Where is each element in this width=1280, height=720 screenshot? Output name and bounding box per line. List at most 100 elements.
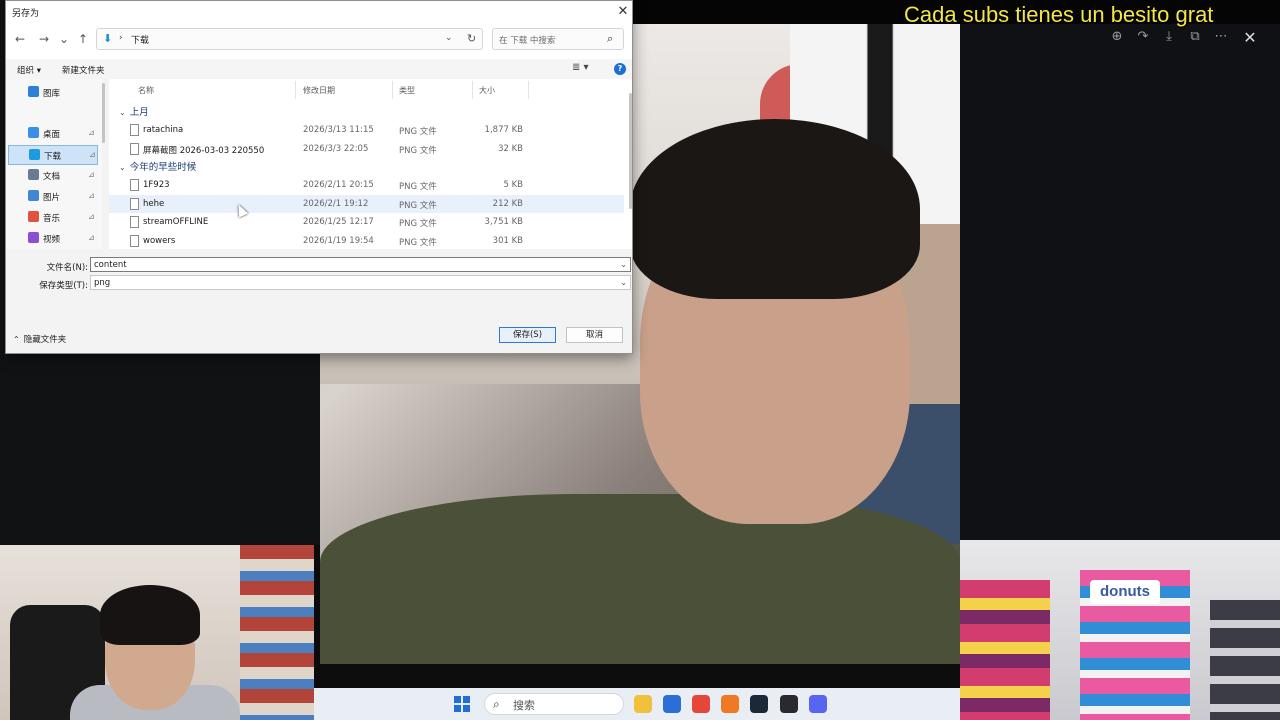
taskbar-search-label: 搜索 [513,699,535,712]
folder-icon [28,127,39,138]
steam-icon[interactable] [750,695,768,713]
file-row[interactable]: ratachina 2026/3/13 11:15 PNG 文件 1,877 KB [109,121,624,139]
column-header-size[interactable]: 大小 [479,85,495,96]
zoom-icon[interactable]: ⊕ [1108,28,1126,46]
file-list-scrollbar[interactable] [629,93,632,209]
help-icon[interactable]: ? [614,63,626,75]
folder-icon [28,211,39,222]
organize-menu-button[interactable]: 组织 ▾ [17,64,41,76]
file-type: PNG 文件 [399,145,437,156]
group-header[interactable]: ⌄ 今年的早些时候 [119,159,196,173]
nav-pane-scrollbar[interactable] [102,83,105,143]
column-divider[interactable] [295,81,296,99]
chevron-down-icon[interactable]: ⌄ [620,278,627,287]
file-row[interactable]: wowers 2026/1/19 19:54 PNG 文件 301 KB [109,232,624,250]
breadcrumb[interactable]: 下载 [131,33,149,46]
nav-pane-item-label: 音乐 [43,214,61,224]
discord-icon[interactable] [809,695,827,713]
file-row[interactable]: 屏幕截图 2026-03-03 220550 2026/3/3 22:05 PNG … [109,140,624,158]
forward-arrow-icon[interactable]: → [36,31,52,47]
dialog-title-bar[interactable]: 另存为 ✕ [6,1,632,23]
nav-pane-item[interactable]: 桌面 ⊿ [8,124,98,144]
column-header-type[interactable]: 类型 [399,85,415,96]
open-external-icon[interactable]: ⧉ [1186,28,1204,46]
nav-pane-item[interactable]: 音乐 ⊿ [8,208,98,228]
store-sign: donuts [1090,580,1160,604]
chevron-down-icon[interactable]: ⌄ [445,33,453,43]
file-row[interactable]: hehe 2026/2/1 19:12 PNG 文件 212 KB [109,194,624,213]
stream-overlay-text: Cada subs tienes un besito grat [904,2,1214,27]
file-row[interactable]: 1F923 2026/2/11 20:15 PNG 文件 5 KB [109,176,624,194]
file-date: 2026/3/3 22:05 [303,143,369,154]
new-folder-button[interactable]: 新建文件夹 [62,64,105,76]
webcam-bottom-bar [320,664,960,688]
column-divider[interactable] [472,81,473,99]
chevron-down-icon: ⌄ [119,108,126,117]
column-divider[interactable] [528,81,529,99]
up-arrow-icon[interactable]: ↑ [75,31,91,47]
nav-pane-item[interactable]: 图库 [8,83,98,103]
view-options-button[interactable]: ≣ ▾ [572,62,589,73]
outlook-icon[interactable] [663,695,681,713]
column-header-name[interactable]: 名称 [138,85,154,96]
file-date: 2026/1/19 19:54 [303,236,374,246]
refresh-icon[interactable]: ↻ [467,32,476,45]
obs-icon[interactable] [780,695,798,713]
search-input[interactable]: 在 下载 中搜索 ⌕ [492,28,624,50]
store-rack [1210,600,1280,720]
address-bar[interactable]: ⬇ › 下载 ⌄ ↻ [96,28,483,50]
file-name: wowers [143,236,176,246]
taskbar-search[interactable]: ⌕ 搜索 [484,693,624,715]
share-icon[interactable]: ↷ [1134,28,1152,46]
navigation-row: ← → ⌄ ↑ ⬇ › 下载 ⌄ ↻ 在 下载 中搜索 ⌕ [6,23,632,59]
filename-value: content [94,260,127,270]
file-icon [130,197,139,210]
back-arrow-icon[interactable]: ← [12,31,28,47]
background-panel-right [960,24,1280,540]
pin-icon[interactable]: ⊿ [88,191,95,200]
nav-pane-item[interactable]: 视频 ⊿ [8,229,98,249]
start-button[interactable] [454,696,470,712]
hide-folders-toggle[interactable]: ⌃ 隐藏文件夹 [13,333,66,345]
file-row[interactable]: streamOFFLINE 2026/1/25 12:17 PNG 文件 3,751 … [109,213,624,231]
recent-locations-icon[interactable]: ⌄ [56,31,72,47]
save-as-dialog: 另存为 ✕ ← → ⌄ ↑ ⬇ › 下载 ⌄ ↻ 在 下载 中搜索 ⌕ 组织 ▾… [5,0,633,354]
pin-icon[interactable]: ⊿ [88,170,95,179]
webcam-store: donuts [960,540,1280,720]
column-header-date[interactable]: 修改日期 [303,85,335,96]
firefox-icon[interactable] [721,695,739,713]
file-size: 3,751 KB [484,217,523,228]
download-icon[interactable]: ⤓ [1160,28,1178,46]
webcam-shelf [240,545,314,720]
viewer-close-icon[interactable]: ✕ [1240,28,1260,48]
pin-icon[interactable]: ⊿ [88,233,95,242]
save-button[interactable]: 保存(S) [499,327,556,343]
cancel-button[interactable]: 取消 [566,327,623,343]
pin-icon[interactable]: ⊿ [88,128,95,137]
file-type: PNG 文件 [399,200,437,211]
file-explorer-icon[interactable] [634,695,652,713]
pin-icon[interactable]: ⊿ [88,212,95,221]
file-name: 1F923 [143,180,170,191]
file-date: 2026/1/25 12:17 [303,217,374,228]
file-name: hehe [143,198,165,209]
file-type: PNG 文件 [399,182,437,193]
nav-pane-item[interactable]: 文档 ⊿ [8,166,98,186]
chevron-down-icon: ⌄ [119,163,126,173]
more-icon[interactable]: ⋯ [1212,28,1230,46]
group-header[interactable]: ⌄ 上月 [119,104,149,118]
chrome-icon[interactable] [692,695,710,713]
file-date: 2026/2/1 19:12 [303,198,369,209]
dialog-footer: ⌃ 隐藏文件夹 保存(S) 取消 [6,311,632,353]
navigation-pane: 图库 桌面 ⊿ 下载 ⊿ 文档 ⊿ 图片 ⊿ 音乐 ⊿ 视频 ⊿ [6,79,102,249]
pin-icon[interactable]: ⊿ [89,150,96,159]
filename-input[interactable]: content ⌄ [90,257,631,272]
nav-pane-item[interactable]: 图片 ⊿ [8,187,98,207]
file-type-select[interactable]: png ⌄ [90,275,631,290]
file-type: PNG 文件 [399,127,437,137]
close-icon[interactable]: ✕ [614,3,632,21]
file-size: 301 KB [492,236,523,246]
nav-pane-item[interactable]: 下载 ⊿ [8,145,98,165]
chevron-down-icon[interactable]: ⌄ [620,260,627,269]
column-divider[interactable] [392,81,393,99]
